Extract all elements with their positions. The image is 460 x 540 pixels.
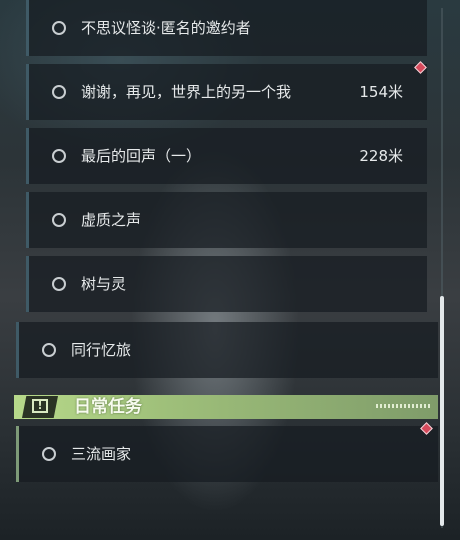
status-circle-icon: [52, 277, 66, 291]
quest-item[interactable]: 不思议怪谈·匿名的邀约者: [26, 0, 427, 56]
quest-distance: 154米: [359, 83, 403, 101]
quest-item[interactable]: 树与灵: [26, 256, 427, 312]
quest-distance: 228米: [359, 147, 403, 165]
status-circle-icon: [52, 213, 66, 227]
scrollbar-thumb[interactable]: [440, 296, 444, 526]
status-circle-icon: [52, 85, 66, 99]
status-circle-icon: [52, 149, 66, 163]
alert-box-icon: !: [22, 396, 58, 418]
quest-title: 最后的回声（一）: [81, 147, 202, 165]
quest-title: 三流画家: [71, 445, 132, 463]
status-circle-icon: [42, 343, 56, 357]
daily-quest-item[interactable]: 三流画家: [16, 426, 438, 482]
quest-title: 谢谢，再见，世界上的另一个我: [81, 83, 292, 101]
section-title: 日常任务: [74, 397, 142, 417]
quest-item[interactable]: 虚质之声: [26, 192, 427, 248]
quest-group-item[interactable]: 同行忆旅: [16, 322, 438, 378]
decorative-stripes: [376, 404, 430, 408]
quest-title: 虚质之声: [81, 211, 142, 229]
status-circle-icon: [52, 21, 66, 35]
quest-item[interactable]: 最后的回声（一） 228米: [26, 128, 427, 184]
quest-item[interactable]: 谢谢，再见，世界上的另一个我 154米: [26, 64, 427, 120]
quest-group-title: 同行忆旅: [71, 341, 132, 359]
quest-title: 树与灵: [81, 275, 127, 293]
quest-title: 不思议怪谈·匿名的邀约者: [81, 19, 251, 37]
daily-section-header[interactable]: ! 日常任务: [14, 395, 438, 419]
status-circle-icon: [42, 447, 56, 461]
